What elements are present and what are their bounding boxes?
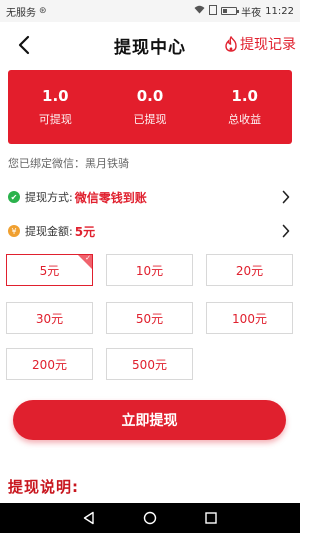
chevron-right-icon (282, 190, 290, 204)
amount-option-label: 30元 (35, 311, 64, 326)
stat-withdrawn: 0.0 已提现 (103, 70, 198, 144)
stat-value: 0.0 (136, 87, 164, 105)
stat-value: 1.0 (42, 87, 69, 105)
status-left: 无服务 ⊛ (6, 4, 47, 19)
yen-circle-icon: ¥ (8, 225, 20, 237)
amount-option-label: 100元 (232, 311, 267, 326)
status-bar: 无服务 ⊛ 半夜 11:22 (0, 0, 300, 22)
nav-bar: 提现中心 提现记录 (0, 22, 300, 68)
withdraw-method-row[interactable]: ✔ 提现方式: 微信零钱到账 (8, 184, 292, 210)
home-circle-icon[interactable] (143, 511, 157, 525)
stat-available: 1.0 可提现 (8, 70, 103, 144)
clock: 11:22 (265, 5, 294, 17)
balance-summary-card: 1.0 可提现 0.0 已提现 1.0 总收益 (8, 70, 292, 144)
withdraw-amount-value: 5元 (74, 224, 96, 239)
withdraw-amount-row[interactable]: ¥ 提现金额: 5元 (8, 218, 292, 244)
carrier-text: 无服务 (6, 7, 36, 19)
stat-label: 可提现 (38, 113, 72, 126)
wechat-bind-info: 您已绑定微信：黑月铁骑 (8, 157, 129, 170)
withdraw-record-label: 提现记录 (240, 37, 296, 53)
status-right: 半夜 11:22 (194, 4, 294, 19)
stat-label: 已提现 (133, 113, 167, 126)
withdraw-now-button[interactable]: 立即提现 (13, 400, 286, 440)
withdraw-method-value: 微信零钱到账 (74, 190, 147, 205)
flame-icon (225, 36, 237, 52)
back-button[interactable] (10, 30, 38, 60)
carrier-badge-icon: ⊛ (39, 6, 47, 16)
check-circle-icon: ✔ (8, 191, 20, 203)
recents-square-icon[interactable] (204, 511, 218, 525)
chevron-left-icon (18, 35, 30, 55)
stat-value: 1.0 (231, 87, 258, 105)
amount-option[interactable]: 50元 (106, 302, 193, 334)
time-prefix: 半夜 (241, 7, 262, 19)
stat-label: 总收益 (228, 113, 262, 126)
withdraw-method-label: 提现方式: (25, 191, 73, 204)
battery-icon (221, 7, 240, 15)
check-icon: ✓ (85, 254, 91, 262)
withdraw-record-link[interactable]: 提现记录 (224, 34, 296, 54)
withdraw-amount-label: 提现金额: (25, 225, 73, 238)
amount-option-label: 500元 (132, 357, 167, 372)
chevron-right-icon (282, 224, 290, 238)
amount-option-label: 20元 (235, 263, 264, 278)
amount-option-label: 5元 (39, 263, 60, 278)
amount-option-label: 50元 (135, 311, 164, 326)
system-navigation-bar (0, 503, 300, 533)
back-triangle-icon[interactable] (82, 511, 96, 525)
amount-option[interactable]: 200元 (6, 348, 93, 380)
amount-option[interactable]: ✓ 5元 (6, 254, 93, 286)
amount-option[interactable]: 10元 (106, 254, 193, 286)
amount-option-label: 200元 (32, 357, 67, 372)
wifi-icon (194, 5, 205, 17)
withdraw-explanation-title: 提现说明: (8, 478, 79, 496)
page-title: 提现中心 (114, 37, 186, 58)
stat-total-income: 1.0 总收益 (197, 70, 292, 144)
sim-icon (209, 4, 218, 18)
amount-option[interactable]: 500元 (106, 348, 193, 380)
amount-option[interactable]: 100元 (206, 302, 293, 334)
battery-fill (223, 9, 228, 13)
amount-option[interactable]: 30元 (6, 302, 93, 334)
amount-option[interactable]: 20元 (206, 254, 293, 286)
amount-option-label: 10元 (135, 263, 164, 278)
